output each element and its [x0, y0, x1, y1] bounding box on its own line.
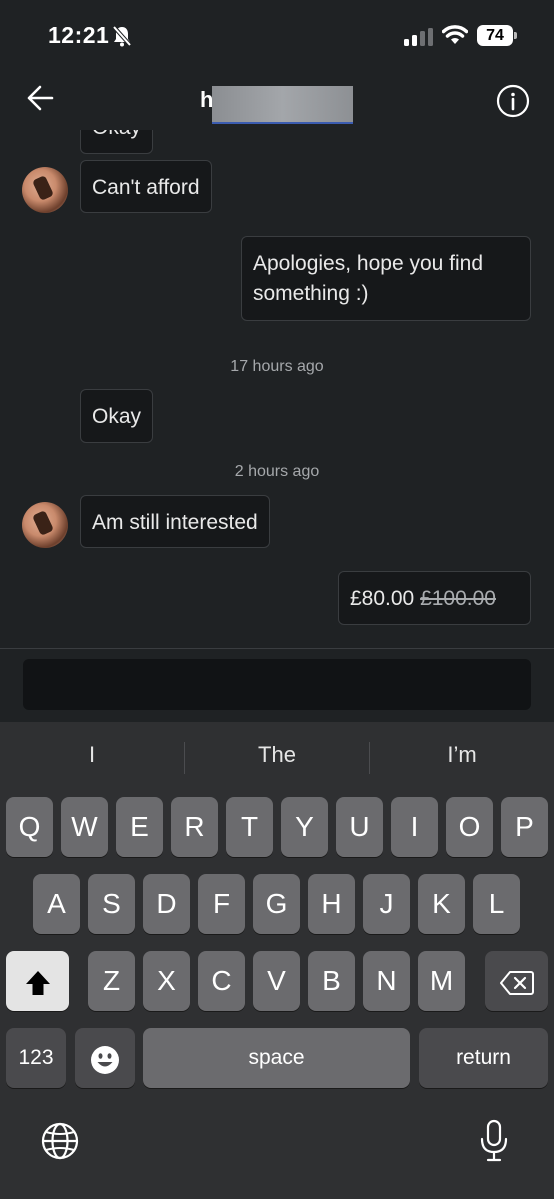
key-g[interactable]: G: [253, 874, 300, 934]
message-text: Am still interested: [92, 511, 258, 534]
emoji-icon: [91, 1045, 119, 1074]
key-p[interactable]: P: [501, 797, 548, 857]
key-u[interactable]: U: [336, 797, 383, 857]
battery-indicator: 74: [477, 25, 513, 46]
message-bubble-received: Can't afford: [80, 160, 212, 213]
signal-icon: [404, 28, 433, 46]
bell-slash-icon: [112, 25, 132, 47]
timestamp: 17 hours ago: [230, 358, 324, 375]
backspace-key[interactable]: [485, 951, 548, 1011]
key-x[interactable]: X: [143, 951, 190, 1011]
message-thread[interactable]: Okay Can't afford Apologies, hope you fi…: [0, 130, 554, 648]
key-f[interactable]: F: [198, 874, 245, 934]
emoji-key[interactable]: [75, 1028, 135, 1088]
key-b[interactable]: B: [308, 951, 355, 1011]
key-l[interactable]: L: [473, 874, 520, 934]
original-price: £100.00: [420, 587, 496, 610]
shift-key[interactable]: [6, 951, 69, 1011]
composer-divider: [0, 648, 554, 649]
numbers-key[interactable]: 123: [6, 1028, 66, 1088]
key-j[interactable]: J: [363, 874, 410, 934]
key-a[interactable]: A: [33, 874, 80, 934]
keyboard: I The I’m Q W E R T Y U I O P A S D F G …: [0, 722, 554, 1199]
key-v[interactable]: V: [253, 951, 300, 1011]
return-key[interactable]: return: [419, 1028, 548, 1088]
key-w[interactable]: W: [61, 797, 108, 857]
message-text: Apologies, hope you find something :): [253, 252, 484, 305]
back-arrow-icon[interactable]: [26, 84, 54, 112]
key-q[interactable]: Q: [6, 797, 53, 857]
offer-bubble[interactable]: £80.00 £100.00: [338, 571, 531, 625]
message-text: Can't afford: [92, 176, 200, 199]
key-k[interactable]: K: [418, 874, 465, 934]
suggestion-2[interactable]: The: [185, 742, 369, 768]
status-bar: 12:21 74: [0, 0, 554, 70]
space-key[interactable]: space: [143, 1028, 410, 1088]
key-m[interactable]: M: [418, 951, 465, 1011]
timestamp: 2 hours ago: [234, 463, 320, 480]
microphone-icon[interactable]: [479, 1119, 509, 1163]
key-t[interactable]: T: [226, 797, 273, 857]
globe-icon[interactable]: [40, 1121, 80, 1161]
wifi-icon: [442, 25, 468, 44]
clock: 12:21: [48, 22, 110, 48]
message-bubble-sent: Apologies, hope you find something :): [241, 236, 531, 321]
key-z[interactable]: Z: [88, 951, 135, 1011]
suggestion-3[interactable]: I’m: [370, 742, 554, 768]
key-c[interactable]: C: [198, 951, 245, 1011]
backspace-icon: [499, 970, 534, 995]
info-icon[interactable]: [496, 84, 530, 118]
avatar[interactable]: [22, 502, 68, 548]
key-y[interactable]: Y: [281, 797, 328, 857]
key-r[interactable]: R: [171, 797, 218, 857]
key-i[interactable]: I: [391, 797, 438, 857]
key-e[interactable]: E: [116, 797, 163, 857]
key-n[interactable]: N: [363, 951, 410, 1011]
message-bubble-received: Am still interested: [80, 495, 270, 548]
suggestion-1[interactable]: I: [0, 742, 184, 768]
offer-price: £80.00: [350, 587, 415, 610]
chat-header: h: [0, 70, 554, 130]
key-h[interactable]: H: [308, 874, 355, 934]
message-bubble-received: Okay: [80, 389, 154, 443]
message-bubble-received: Okay: [80, 130, 154, 154]
avatar[interactable]: [22, 167, 68, 213]
shift-icon: [25, 970, 50, 995]
message-text: Okay: [92, 405, 142, 428]
message-input[interactable]: [23, 659, 531, 710]
redacted-name-block: [212, 86, 353, 124]
key-s[interactable]: S: [88, 874, 135, 934]
key-d[interactable]: D: [143, 874, 190, 934]
key-o[interactable]: O: [446, 797, 493, 857]
battery-tip: [514, 32, 517, 39]
message-text: Okay: [92, 130, 141, 139]
